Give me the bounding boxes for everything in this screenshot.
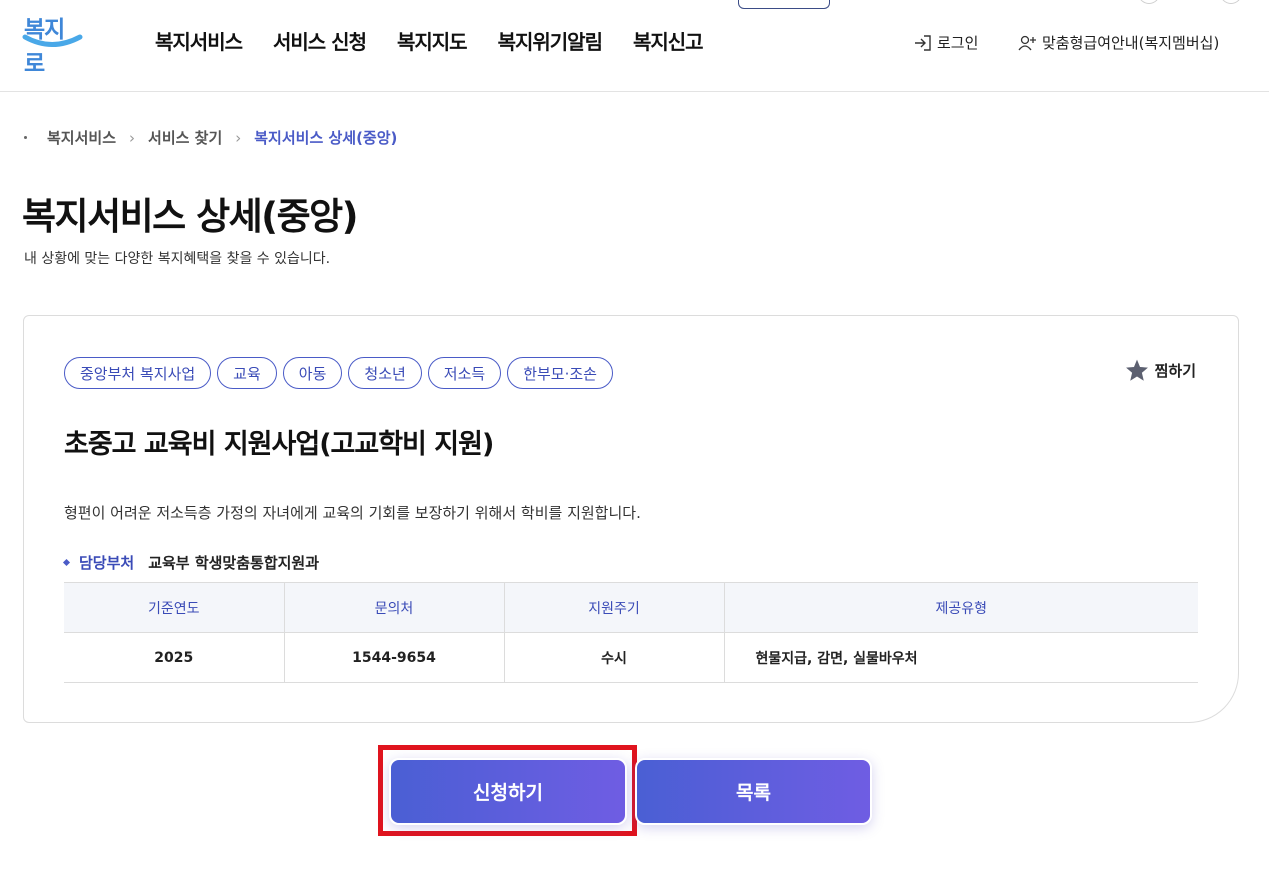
favorite-button[interactable]: 찜하기 xyxy=(1124,358,1196,383)
user-plus-icon xyxy=(1018,35,1036,50)
header-support-cycle: 지원주기 xyxy=(504,582,725,633)
star-icon xyxy=(1125,359,1148,381)
apply-button[interactable]: 신청하기 xyxy=(389,758,627,825)
table-row: 2025 1544-9654 수시 현물지급, 감면, 실물바우처 xyxy=(64,632,1198,683)
membership-label: 맞춤형급여안내(복지멤버십) xyxy=(1042,34,1220,52)
diamond-bullet-icon xyxy=(62,558,71,567)
service-title: 초중고 교육비 지원사업(고교학비 지원) xyxy=(64,429,494,460)
service-tags: 중앙부처 복지사업 교육 아동 청소년 저소득 한부모·조손 xyxy=(64,357,613,389)
tag-child[interactable]: 아동 xyxy=(282,357,343,389)
main-nav: 복지서비스 서비스 신청 복지지도 복지위기알림 복지신고 xyxy=(155,26,704,55)
home-dot-icon xyxy=(24,136,27,139)
tag-education[interactable]: 교육 xyxy=(217,357,277,389)
tag-single-parent[interactable]: 한부모·조손 xyxy=(507,357,613,389)
tag-youth[interactable]: 청소년 xyxy=(348,357,422,389)
header-contact: 문의처 xyxy=(284,582,505,633)
table-header-row: 기준연도 문의처 지원주기 제공유형 xyxy=(64,582,1198,633)
breadcrumb-item-service-find[interactable]: 서비스 찾기 xyxy=(148,127,222,148)
login-link[interactable]: 로그인 xyxy=(914,32,978,53)
login-label: 로그인 xyxy=(937,34,979,52)
nav-item-welfare-map[interactable]: 복지지도 xyxy=(397,26,468,55)
page-subtitle: 내 상황에 맞는 다양한 복지혜택을 찾을 수 있습니다. xyxy=(24,251,331,267)
nav-item-welfare-service[interactable]: 복지서비스 xyxy=(155,26,243,55)
header-provision-type: 제공유형 xyxy=(724,582,1198,633)
cell-contact: 1544-9654 xyxy=(284,632,505,683)
department-value: 교육부 학생맞춤통합지원과 xyxy=(148,554,320,572)
top-circle-button-1[interactable] xyxy=(1138,0,1160,4)
nav-item-welfare-report[interactable]: 복지신고 xyxy=(633,26,704,55)
tag-low-income[interactable]: 저소득 xyxy=(427,357,502,389)
tag-central-ministry[interactable]: 중앙부처 복지사업 xyxy=(64,357,212,389)
site-header: 복지로 복지서비스 서비스 신청 복지지도 복지위기알림 복지신고 로그인 맞춤… xyxy=(0,0,1269,92)
top-circle-button-2[interactable] xyxy=(1220,0,1242,4)
service-detail-card: 중앙부처 복지사업 교육 아동 청소년 저소득 한부모·조손 찜하기 초중고 교… xyxy=(23,315,1239,723)
chevron-right-icon: › xyxy=(235,128,242,147)
login-icon xyxy=(915,34,931,51)
favorite-label: 찜하기 xyxy=(1154,362,1196,380)
cell-base-year: 2025 xyxy=(64,632,285,683)
logo-smile-icon xyxy=(22,34,83,47)
breadcrumb-current: 복지서비스 상세(중앙) xyxy=(254,129,398,147)
department-info: 담당부처 교육부 학생맞춤통합지원과 xyxy=(62,552,320,573)
nav-item-crisis-alert[interactable]: 복지위기알림 xyxy=(498,26,603,55)
cell-provision-type: 현물지급, 감면, 실물바우처 xyxy=(724,632,1198,683)
membership-link[interactable]: 맞춤형급여안내(복지멤버십) xyxy=(1018,32,1219,53)
service-description: 형편이 어려운 저소득층 가정의 자녀에게 교육의 기회를 보장하기 위해서 학… xyxy=(64,504,641,522)
cell-support-cycle: 수시 xyxy=(504,632,725,683)
breadcrumb-item-welfare-service[interactable]: 복지서비스 xyxy=(47,127,116,148)
department-label: 담당부처 xyxy=(79,554,135,572)
page-title: 복지서비스 상세(중앙) xyxy=(22,195,359,238)
nav-item-service-apply[interactable]: 서비스 신청 xyxy=(273,26,367,55)
top-tab[interactable] xyxy=(738,0,830,9)
breadcrumb: 복지서비스 › 서비스 찾기 › 복지서비스 상세(중앙) xyxy=(24,127,397,148)
list-button[interactable]: 목록 xyxy=(635,758,872,825)
site-logo[interactable]: 복지로 xyxy=(22,8,84,77)
chevron-right-icon: › xyxy=(129,128,136,147)
service-info-table: 기준연도 문의처 지원주기 제공유형 2025 1544-9654 수시 현물지… xyxy=(64,582,1198,683)
header-base-year: 기준연도 xyxy=(64,582,285,633)
